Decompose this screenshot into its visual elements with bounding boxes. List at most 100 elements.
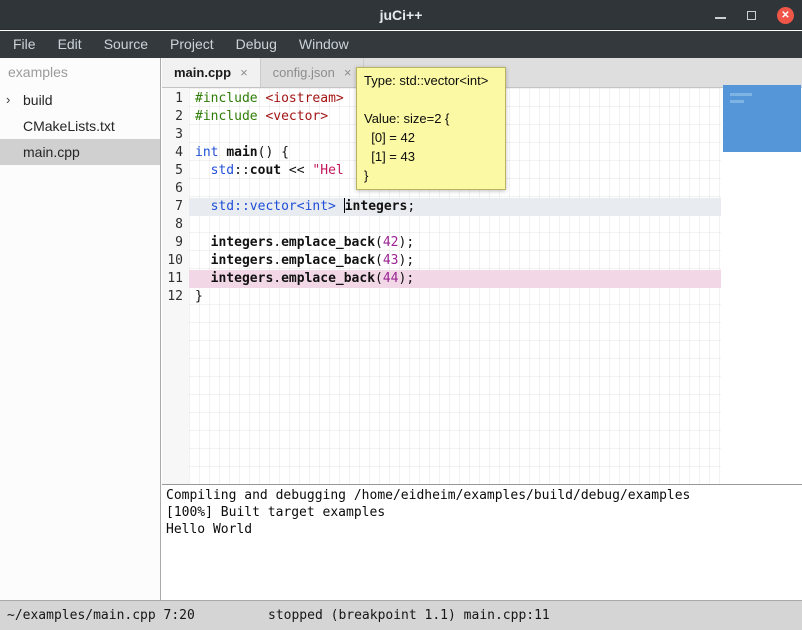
- tab-close-icon[interactable]: ×: [240, 65, 248, 80]
- code-token: emplace_back: [281, 235, 375, 250]
- code-token: [195, 253, 211, 268]
- code-text: integers.emplace_back(42);: [189, 234, 721, 252]
- code-token: <<: [281, 163, 312, 178]
- sidebar: examples ›buildCMakeLists.txtmain.cpp: [0, 58, 161, 600]
- code-token: #include: [195, 109, 258, 124]
- expander-icon[interactable]: ›: [6, 87, 23, 113]
- restore-icon[interactable]: [747, 11, 756, 20]
- code-text: [189, 216, 721, 234]
- code-line-9[interactable]: 9 integers.emplace_back(42);: [162, 234, 721, 252]
- line-number[interactable]: 7: [162, 198, 189, 216]
- line-number[interactable]: 9: [162, 234, 189, 252]
- statusbar: ~/examples/main.cpp 7:20 stopped (breakp…: [0, 600, 802, 630]
- menu-edit[interactable]: Edit: [47, 31, 93, 58]
- code-token: "Hel: [312, 163, 343, 178]
- line-number[interactable]: 12: [162, 288, 189, 306]
- close-icon[interactable]: ✕: [777, 7, 794, 24]
- tree-item-cmakelists-txt[interactable]: CMakeLists.txt: [0, 113, 160, 139]
- code-token: integers: [211, 271, 274, 286]
- code-token: [336, 199, 344, 214]
- menu-project[interactable]: Project: [159, 31, 225, 58]
- file-tree: ›buildCMakeLists.txtmain.cpp: [0, 87, 160, 165]
- code-line-12[interactable]: 12}: [162, 288, 721, 306]
- debug-tooltip: Type: std::vector<int> Value: size=2 { […: [356, 67, 506, 190]
- code-token: cout: [250, 163, 281, 178]
- code-token: () {: [258, 145, 289, 160]
- tree-item-label: CMakeLists.txt: [23, 113, 115, 139]
- line-number[interactable]: 5: [162, 162, 189, 180]
- terminal-line: Hello World: [166, 521, 798, 538]
- tree-item-build[interactable]: ›build: [0, 87, 160, 113]
- terminal-output[interactable]: Compiling and debugging /home/eidheim/ex…: [162, 484, 802, 600]
- line-number[interactable]: 3: [162, 126, 189, 144]
- code-token: (: [375, 271, 383, 286]
- code-token: .: [273, 253, 281, 268]
- status-file-position: ~/examples/main.cpp 7:20: [7, 601, 195, 630]
- overview-mark: [730, 93, 752, 96]
- code-token: [195, 235, 211, 250]
- menubar: FileEditSourceProjectDebugWindow: [0, 31, 802, 58]
- tree-item-label: build: [23, 87, 53, 113]
- code-token: emplace_back: [281, 253, 375, 268]
- code-token: [195, 271, 211, 286]
- code-token: }: [195, 289, 203, 304]
- code-token: );: [399, 235, 415, 250]
- tab-main-cpp[interactable]: main.cpp ×: [162, 58, 261, 87]
- code-text: std::vector<int> integers;: [189, 198, 721, 216]
- code-token: #include: [195, 91, 258, 106]
- code-token: [195, 163, 211, 178]
- code-token: emplace_back: [281, 271, 375, 286]
- code-line-11[interactable]: 11 integers.emplace_back(44);: [162, 270, 721, 288]
- window-controls: ✕: [715, 0, 794, 30]
- line-number[interactable]: 11: [162, 270, 189, 288]
- menu-debug[interactable]: Debug: [225, 31, 288, 58]
- titlebar: juCi++ ✕: [0, 0, 802, 30]
- code-token: .: [273, 271, 281, 286]
- tooltip-line: Value: size=2 {: [364, 109, 498, 128]
- code-token: integers: [211, 253, 274, 268]
- code-line-10[interactable]: 10 integers.emplace_back(43);: [162, 252, 721, 270]
- code-token: main: [226, 145, 257, 160]
- code-token: 43: [383, 253, 399, 268]
- code-token: <vector>: [265, 109, 328, 124]
- tree-item-label: main.cpp: [23, 139, 80, 165]
- scroll-overview[interactable]: [723, 85, 801, 152]
- tooltip-line: }: [364, 166, 498, 185]
- project-root-label: examples: [0, 58, 160, 87]
- code-token: integers: [211, 235, 274, 250]
- code-token: .: [273, 235, 281, 250]
- tooltip-line: [0] = 42: [364, 128, 498, 147]
- menu-window[interactable]: Window: [288, 31, 360, 58]
- tooltip-line: [1] = 43: [364, 147, 498, 166]
- code-line-7[interactable]: 7 std::vector<int> integers;: [162, 198, 721, 216]
- line-number[interactable]: 10: [162, 252, 189, 270]
- code-line-8[interactable]: 8: [162, 216, 721, 234]
- code-text: integers.emplace_back(44);: [189, 270, 721, 288]
- minimize-icon[interactable]: [715, 17, 726, 19]
- code-token: (: [375, 235, 383, 250]
- code-token: <iostream>: [265, 91, 343, 106]
- code-token: [195, 199, 211, 214]
- menu-source[interactable]: Source: [93, 31, 159, 58]
- line-number[interactable]: 6: [162, 180, 189, 198]
- tab-close-icon[interactable]: ×: [344, 65, 352, 80]
- line-number[interactable]: 8: [162, 216, 189, 234]
- code-token: 44: [383, 271, 399, 286]
- code-text: }: [189, 288, 721, 306]
- line-number[interactable]: 4: [162, 144, 189, 162]
- code-token: std: [211, 163, 234, 178]
- tab-label: config.json: [273, 65, 335, 80]
- window-title: juCi++: [0, 0, 802, 30]
- line-number[interactable]: 2: [162, 108, 189, 126]
- code-token: std::vector<int>: [211, 199, 336, 214]
- menu-file[interactable]: File: [2, 31, 47, 58]
- tab-label: main.cpp: [174, 65, 231, 80]
- tab-config-json[interactable]: config.json ×: [261, 58, 365, 87]
- code-token: (: [375, 253, 383, 268]
- terminal-line: Compiling and debugging /home/eidheim/ex…: [166, 487, 798, 504]
- overview-mark: [730, 100, 744, 103]
- code-token: ;: [407, 199, 415, 214]
- tree-item-main-cpp[interactable]: main.cpp: [0, 139, 160, 165]
- line-number[interactable]: 1: [162, 90, 189, 108]
- code-token: integers: [345, 199, 408, 214]
